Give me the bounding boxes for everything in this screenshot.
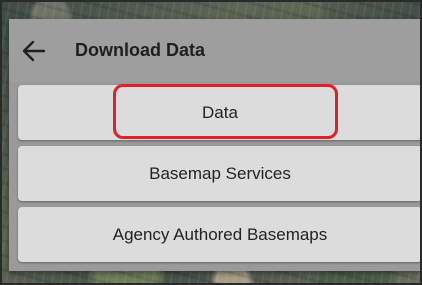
basemap-services-option-button[interactable]: Basemap Services <box>18 146 422 201</box>
back-button[interactable] <box>21 38 47 64</box>
download-data-dialog: Download Data Data Basemap Services Agen… <box>9 19 422 271</box>
dialog-header: Download Data <box>9 19 422 82</box>
app-screen: Download Data Data Basemap Services Agen… <box>0 0 422 285</box>
data-option-button[interactable]: Data <box>18 85 422 140</box>
agency-authored-basemaps-option-button[interactable]: Agency Authored Basemaps <box>18 207 422 262</box>
dialog-title: Download Data <box>75 40 206 60</box>
arrow-left-icon <box>22 40 46 62</box>
